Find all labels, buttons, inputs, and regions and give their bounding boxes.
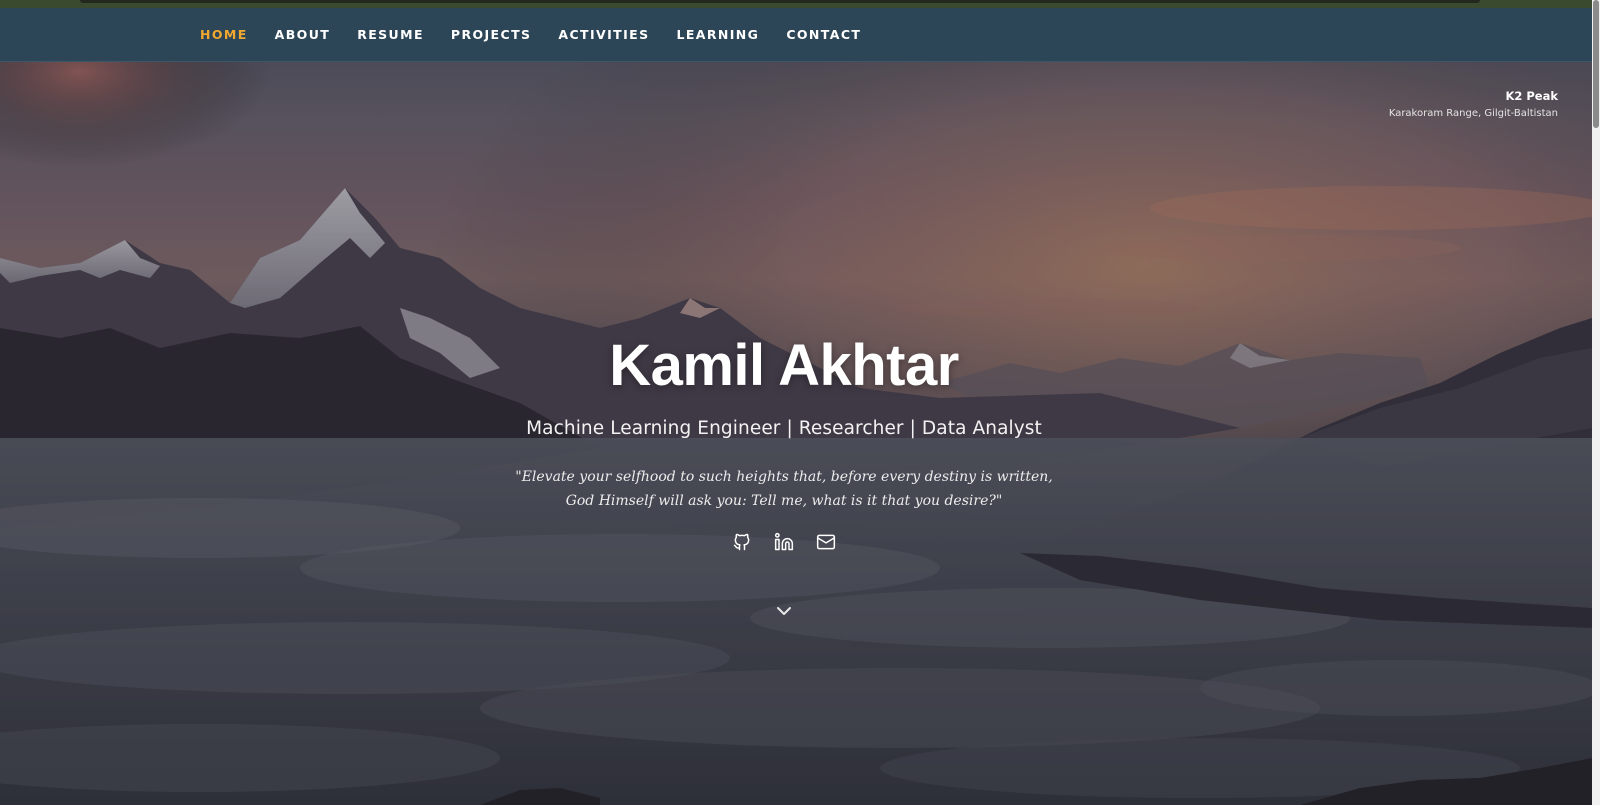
hero-subtitle: Machine Learning Engineer | Researcher |… [526, 418, 1042, 439]
email-link[interactable] [814, 530, 838, 554]
nav-about[interactable]: ABOUT [275, 27, 331, 42]
hero-quote-line-1: "Elevate your selfhood to such heights t… [515, 469, 1053, 485]
scroll-down-button[interactable] [772, 604, 796, 620]
hero-quote-line-2: God Himself will ask you: Tell me, what … [565, 493, 1003, 509]
photo-caption-location: Karakoram Range, Gilgit-Baltistan [1388, 108, 1558, 119]
linkedin-icon [774, 532, 794, 551]
hero-quote: "Elevate your selfhood to such heights t… [0, 465, 1568, 513]
hero-section [0, 8, 1592, 805]
linkedin-link[interactable] [772, 530, 796, 554]
top-navbar: HOME ABOUT RESUME PROJECTS ACTIVITIES LE… [0, 8, 1592, 62]
browser-top-strip [0, 0, 1600, 8]
scrollbar-thumb[interactable] [1593, 0, 1599, 128]
hero-name: Kamil Akhtar [609, 333, 959, 398]
mountain-background-image [0, 8, 1592, 805]
nav-learning[interactable]: LEARNING [676, 27, 759, 42]
photo-caption-title: K2 Peak [1505, 89, 1558, 103]
nav-resume[interactable]: RESUME [357, 27, 424, 42]
nav-activities[interactable]: ACTIVITIES [558, 27, 649, 42]
page-scrollbar[interactable] [1592, 0, 1600, 805]
nav-home[interactable]: HOME [200, 27, 248, 42]
github-icon [733, 533, 750, 551]
github-link[interactable] [730, 530, 754, 554]
chevron-down-icon [777, 607, 791, 615]
photo-caption: K2 Peak Karakoram Range, Gilgit-Baltista… [1389, 89, 1558, 119]
browser-top-edge [80, 0, 1480, 3]
nav-contact[interactable]: CONTACT [786, 27, 861, 42]
mail-icon [816, 534, 836, 550]
nav-projects[interactable]: PROJECTS [451, 27, 532, 42]
social-links [0, 530, 1568, 554]
